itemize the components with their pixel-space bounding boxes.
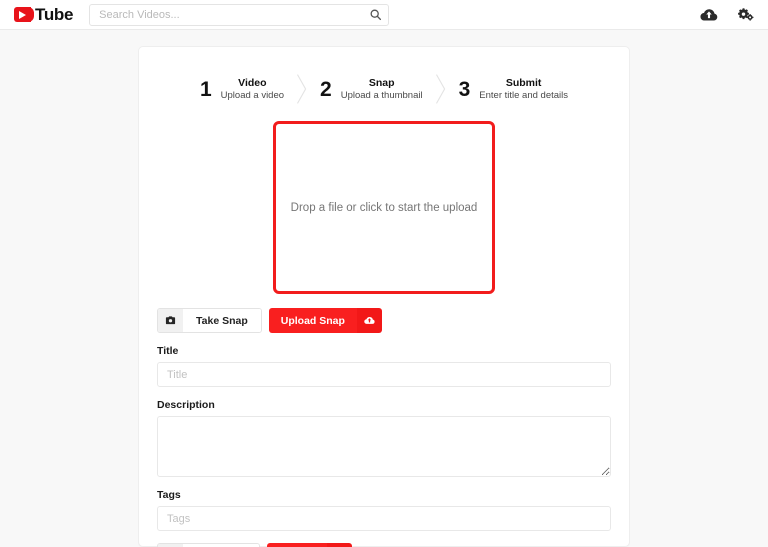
upload-snap-label[interactable]: Upload Snap xyxy=(268,308,357,333)
submit-button[interactable]: Submit xyxy=(267,543,352,547)
search-icon[interactable] xyxy=(369,8,382,21)
title-field-group: Title xyxy=(157,345,611,387)
description-field-group: Description xyxy=(157,399,611,477)
tags-field-group: Tags xyxy=(157,489,611,531)
check-icon[interactable] xyxy=(326,543,352,547)
submit-label[interactable]: Submit xyxy=(267,543,327,547)
dtube-logo[interactable]: Tube xyxy=(14,5,73,25)
file-dropzone[interactable]: Drop a file or click to start the upload xyxy=(273,121,495,294)
logo-text: Tube xyxy=(35,4,74,24)
description-label: Description xyxy=(157,399,215,411)
step-subtitle: Enter title and details xyxy=(479,89,569,101)
upload-stepper: 1 Video Upload a video 2 Snap Upload a t… xyxy=(157,65,611,121)
step-subtitle: Upload a thumbnail xyxy=(340,89,423,101)
chevron-right-icon xyxy=(435,74,445,104)
step-number: 3 xyxy=(458,77,471,101)
title-input[interactable] xyxy=(157,362,611,387)
dropzone-row: Drop a file or click to start the upload xyxy=(157,121,611,294)
step-subtitle: Upload a video xyxy=(220,89,285,101)
tags-label: Tags xyxy=(157,489,181,501)
page-body: 1 Video Upload a video 2 Snap Upload a t… xyxy=(0,30,768,547)
tags-input[interactable] xyxy=(157,506,611,531)
upload-card: 1 Video Upload a video 2 Snap Upload a t… xyxy=(138,46,630,547)
camera-icon[interactable] xyxy=(158,309,183,332)
take-snap-button[interactable]: Take Snap xyxy=(157,308,262,333)
step-snap[interactable]: 2 Snap Upload a thumbnail xyxy=(320,77,423,102)
step-title: Video xyxy=(238,76,267,89)
step-number: 2 xyxy=(320,77,332,101)
step-title: Submit xyxy=(505,76,542,89)
upload-cloud-icon[interactable] xyxy=(700,6,718,24)
chevron-right-icon xyxy=(297,74,307,104)
step-submit[interactable]: 3 Submit Enter title and details xyxy=(459,77,568,102)
step-number: 1 xyxy=(199,77,212,101)
header-actions xyxy=(700,0,754,30)
snap-button-row: Take Snap Upload Snap xyxy=(157,308,611,333)
description-textarea[interactable] xyxy=(157,416,611,477)
title-label: Title xyxy=(157,345,179,357)
app-header: Tube xyxy=(0,0,768,30)
search-input[interactable] xyxy=(89,3,390,26)
step-video[interactable]: 1 Video Upload a video xyxy=(200,77,284,102)
step-title: Snap xyxy=(368,76,395,89)
submit-button-row: Advanced Submit xyxy=(157,543,611,547)
cloud-upload-icon[interactable] xyxy=(356,308,382,333)
settings-gears-icon[interactable] xyxy=(736,6,754,24)
upload-snap-button[interactable]: Upload Snap xyxy=(268,308,382,333)
dropzone-text: Drop a file or click to start the upload xyxy=(290,201,478,214)
search-container xyxy=(89,3,390,26)
take-snap-label[interactable]: Take Snap xyxy=(183,309,261,332)
advanced-button[interactable]: Advanced xyxy=(157,543,261,547)
dtube-play-logo-icon xyxy=(14,7,34,22)
